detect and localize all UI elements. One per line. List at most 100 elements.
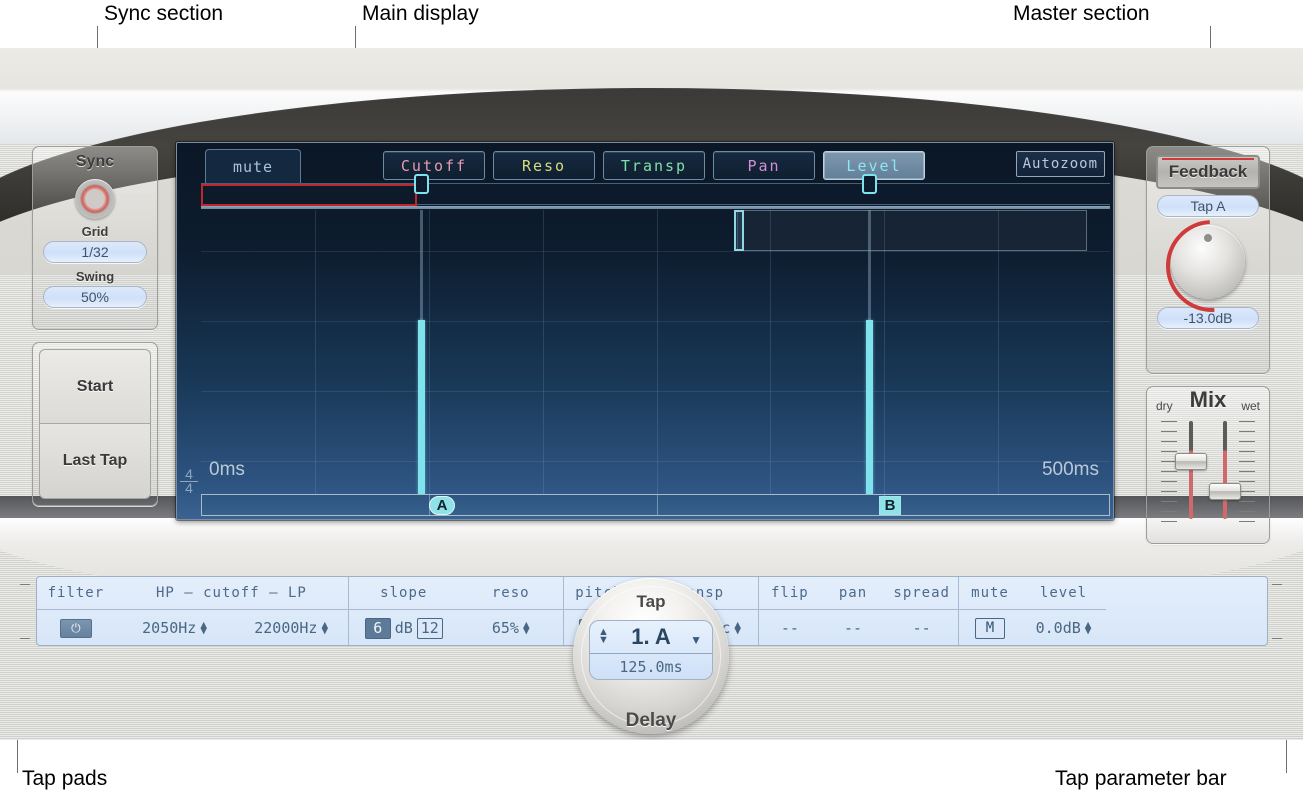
sync-section: Sync Grid 1/32 Swing 50% [32,146,158,330]
bracket-tick-top [1272,584,1282,585]
tap-handle-b[interactable] [862,174,877,194]
grid-vline [770,210,771,494]
annotation-label-4: Tap parameter bar [1055,767,1227,791]
tap-dial-bottom-label: Delay [573,710,729,732]
main-display[interactable]: mute CutoffResoTranspPanLevel Autozoom 0… [176,142,1114,520]
mix-label: Mix [1190,387,1227,413]
param-mute-cell[interactable]: M [959,618,1021,639]
param-spinner-cell[interactable]: 2050Hz ▲▼ [115,619,235,637]
last-tap-pad-button[interactable]: Last Tap [40,424,150,498]
slider-tick [1239,491,1255,492]
slider-tick [1161,421,1177,422]
autozoom-button[interactable]: Autozoom [1016,151,1105,177]
tap-marker-a[interactable]: A [429,496,455,515]
mute-region[interactable] [201,184,417,206]
stepper-icon[interactable]: ▲▼ [200,622,207,634]
wet-slider-ticks [1239,421,1255,519]
tap-marker-b[interactable]: B [879,496,901,515]
grid-value-field[interactable]: 1/32 [43,241,147,263]
tap-stem-a[interactable] [418,320,425,494]
param-spinner-cell[interactable]: 22000Hz▲▼ [234,619,348,637]
tap-stepper-icon[interactable]: ▲▼ [598,628,609,644]
start-pad-button[interactable]: Start [40,350,150,424]
display-button-transp[interactable]: Transp [603,151,705,180]
tap-handle-a[interactable] [414,174,429,194]
tap-pads-section: Start Last Tap [32,342,158,506]
display-button-pan[interactable]: Pan [713,151,815,180]
tap-pads-inner: Start Last Tap [39,349,151,499]
slope-6db-option[interactable]: 6 [365,618,391,639]
tap-dial-field[interactable]: ▲▼ 1. A ▼ 125.0ms [589,620,713,680]
tap-dial-delay: 125.0ms [590,654,712,680]
param-empty-value[interactable]: -- [759,619,821,637]
annotation-label-3: Tap pads [22,767,107,791]
grid-vline [998,210,999,494]
stepper-icon[interactable]: ▲▼ [734,622,741,634]
param-toggle-cell[interactable]: ⏻ [37,619,115,638]
stepper-icon[interactable]: ▲▼ [321,622,328,634]
display-button-reso[interactable]: Reso [493,151,595,180]
slider-tick [1161,501,1177,502]
time-end-label: 500ms [1042,459,1099,481]
time-ruler[interactable]: AB [201,494,1110,516]
selection-region-box[interactable] [737,210,1087,251]
slope-12db-option[interactable]: 12 [417,618,443,639]
mute-lane[interactable] [201,183,1110,205]
wet-slider-thumb[interactable] [1209,483,1241,500]
slider-tick [1239,471,1255,472]
slope-unit-label: dB [395,619,413,637]
annotation-label-0: Sync section [104,2,223,26]
slope-reso-group-headers: slopereso [349,577,563,610]
tap-stem-top-b [868,210,871,320]
param-header: pan [821,585,886,601]
dry-slider-thumb[interactable] [1175,453,1207,470]
grid-vline [657,210,658,494]
feedback-tap-select[interactable]: Tap A [1157,195,1259,217]
slider-tick [1161,441,1177,442]
param-header: HP – cutoff – LP [115,585,348,601]
param-empty-value[interactable]: -- [821,619,886,637]
swing-value-field[interactable]: 50% [43,286,147,308]
tap-dial-value-row[interactable]: ▲▼ 1. A ▼ [590,621,712,654]
param-spinner-cell[interactable]: 0.0dB ▲▼ [1021,619,1106,637]
sync-led-wrapper [33,179,157,219]
swing-label: Swing [33,269,157,284]
slider-tick [1161,471,1177,472]
mute-level-group-values: M 0.0dB ▲▼ [959,610,1106,646]
slider-tick [1239,481,1255,482]
param-value: 2050Hz [142,619,196,637]
slider-tick [1161,431,1177,432]
mute-tab[interactable]: mute [205,149,301,183]
power-toggle-button[interactable]: ⏻ [60,619,92,638]
param-empty-value[interactable]: -- [885,619,958,637]
feedback-button[interactable]: Feedback [1156,155,1260,189]
wet-slider-track[interactable] [1223,421,1227,519]
param-value: 0.0dB [1036,619,1081,637]
sync-led-button[interactable] [75,179,115,219]
param-header: flip [759,585,821,601]
filter-group-headers: filterHP – cutoff – LP [37,577,348,610]
stepper-icon[interactable]: ▲▼ [1085,622,1092,634]
chevron-down-icon[interactable]: ▼ [690,633,702,647]
param-segment-cell[interactable]: 6dB12 [349,618,458,639]
plugin-window: Sync Grid 1/32 Swing 50% Start Last Tap … [0,48,1303,740]
slider-tick [1239,461,1255,462]
filter-group: filterHP – cutoff – LP⏻2050Hz▲▼22000Hz▲▼ [37,577,349,645]
display-toolbar: mute CutoffResoTranspPanLevel Autozoom [177,143,1113,183]
ruler-tick [657,495,658,515]
param-header: level [1021,585,1106,601]
tap-stem-b[interactable] [866,320,873,494]
display-button-cutoff[interactable]: Cutoff [383,151,485,180]
bracket-tick-left-bottom [20,638,30,639]
grid-hline [201,391,1110,392]
dry-slider-track[interactable] [1189,421,1193,519]
feedback-knob[interactable] [1171,225,1245,299]
time-start-label: 0ms [209,459,245,481]
mute-button[interactable]: M [975,618,1005,639]
param-header: reso [458,585,563,601]
tap-selector-dial[interactable]: Tap ▲▼ 1. A ▼ 125.0ms Delay [573,564,729,740]
stepper-icon[interactable]: ▲▼ [523,622,530,634]
selection-region-handle[interactable] [734,210,744,251]
param-spinner-cell[interactable]: 65%▲▼ [458,619,563,637]
grid-vline [543,210,544,494]
